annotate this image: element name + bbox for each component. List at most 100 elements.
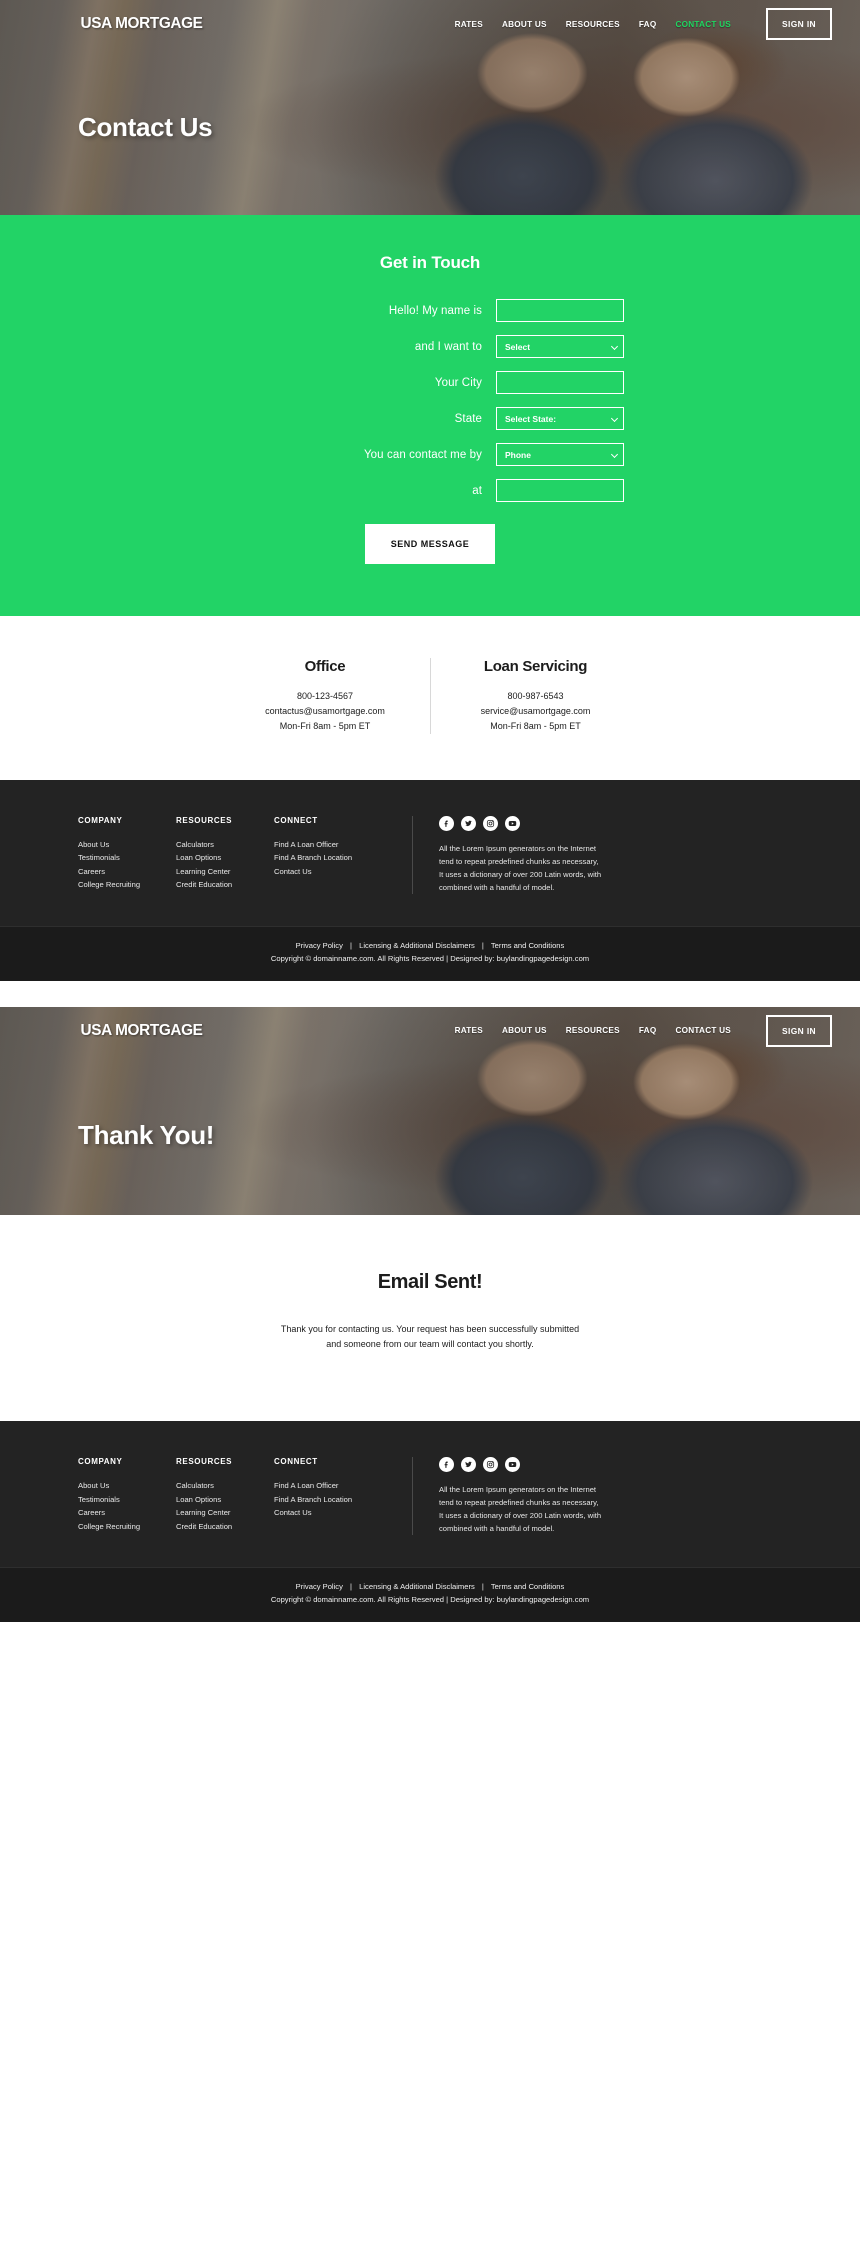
form-row-name: Hello! My name is xyxy=(0,299,860,322)
footer-link-testimonials[interactable]: Testimonials xyxy=(78,1493,176,1507)
footer-link-learning-center[interactable]: Learning Center xyxy=(176,865,274,879)
form-row-city: Your City xyxy=(0,371,860,394)
footer-link-calculators[interactable]: Calculators xyxy=(176,1479,274,1493)
site-logo[interactable]: USA MORTGAGE xyxy=(81,1022,203,1040)
city-input[interactable] xyxy=(496,371,624,394)
twitter-icon[interactable] xyxy=(461,1457,476,1473)
nav-item-faq[interactable]: FAQ xyxy=(639,20,657,29)
nav-item-rates[interactable]: RATES xyxy=(455,1026,483,1035)
email-sent-section: Email Sent! Thank you for contacting us.… xyxy=(0,1214,860,1422)
contact-method-select[interactable]: Phone xyxy=(496,443,624,466)
legal-link-privacy-policy[interactable]: Privacy Policy xyxy=(296,941,343,950)
nav-links: RATES ABOUT US RESOURCES FAQ CONTACT US … xyxy=(455,8,832,40)
footer-legal-links: Privacy Policy | Licensing & Additional … xyxy=(0,940,860,953)
form-row-state: State Select State: xyxy=(0,407,860,430)
legal-link-licensing[interactable]: Licensing & Additional Disclaimers xyxy=(359,1582,475,1591)
footer-link-loan-options[interactable]: Loan Options xyxy=(176,851,274,865)
sign-in-button[interactable]: SIGN IN xyxy=(766,8,832,40)
nav-links: RATES ABOUT US RESOURCES FAQ CONTACT US … xyxy=(455,1014,832,1047)
hero-contact: USA MORTGAGE RATES ABOUT US RESOURCES FA… xyxy=(0,0,860,215)
footer-social-column: All the Lorem Ipsum generators on the In… xyxy=(412,815,602,894)
legal-separator: | xyxy=(481,940,484,950)
instagram-icon[interactable] xyxy=(483,815,498,831)
footer-legal-bar: Privacy Policy | Licensing & Additional … xyxy=(0,1567,860,1623)
office-hours: Mon-Fri 8am - 5pm ET xyxy=(279,720,371,731)
servicing-email[interactable]: service@usamortgage.com xyxy=(449,704,622,719)
footer-columns: COMPANY About Us Testimonials Careers Co… xyxy=(0,1457,860,1536)
legal-link-privacy-policy[interactable]: Privacy Policy xyxy=(296,1582,343,1591)
footer-link-testimonials[interactable]: Testimonials xyxy=(78,851,176,865)
social-links xyxy=(439,815,602,831)
intent-select[interactable]: Select xyxy=(496,335,624,358)
footer-link-find-branch[interactable]: Find A Branch Location xyxy=(274,851,404,865)
footer-link-college-recruiting[interactable]: College Recruiting xyxy=(78,878,176,892)
youtube-icon[interactable] xyxy=(505,815,520,831)
send-message-button[interactable]: SEND MESSAGE xyxy=(364,524,496,564)
contact-value-input[interactable] xyxy=(496,479,624,502)
footer-link-contact-us[interactable]: Contact Us xyxy=(274,865,404,879)
site-footer: COMPANY About Us Testimonials Careers Co… xyxy=(0,779,860,981)
footer-resources-heading: RESOURCES xyxy=(176,1457,233,1467)
footer-link-careers[interactable]: Careers xyxy=(78,1506,176,1520)
footer-link-about-us[interactable]: About Us xyxy=(78,838,176,852)
footer-resources-column: RESOURCES Calculators Loan Options Learn… xyxy=(176,1457,274,1535)
footer-company-column: COMPANY About Us Testimonials Careers Co… xyxy=(78,816,176,894)
footer-link-learning-center[interactable]: Learning Center xyxy=(176,1506,274,1520)
footer-company-heading: COMPANY xyxy=(78,815,123,825)
footer-link-loan-options[interactable]: Loan Options xyxy=(176,1493,274,1507)
footer-link-contact-us[interactable]: Contact Us xyxy=(274,1506,404,1520)
facebook-icon[interactable] xyxy=(439,1457,454,1473)
office-column: Office 800-123-4567 contactus@usamortgag… xyxy=(220,658,430,734)
instagram-icon[interactable] xyxy=(483,1457,498,1473)
get-in-touch-section: Get in Touch Hello! My name is and I wan… xyxy=(0,215,860,616)
servicing-phone[interactable]: 800-987-6543 xyxy=(449,689,622,704)
primary-navigation-2: USA MORTGAGE RATES ABOUT US RESOURCES FA… xyxy=(0,1007,860,1055)
sign-in-button[interactable]: SIGN IN xyxy=(766,1014,832,1047)
footer-resources-heading: RESOURCES xyxy=(176,815,233,825)
footer-columns: COMPANY About Us Testimonials Careers Co… xyxy=(0,815,860,894)
legal-separator: | xyxy=(481,1582,484,1592)
nav-item-contact-us[interactable]: CONTACT US xyxy=(675,1026,731,1035)
footer-link-find-loan-officer[interactable]: Find A Loan Officer xyxy=(274,838,404,852)
legal-link-terms[interactable]: Terms and Conditions xyxy=(491,941,564,950)
footer-link-credit-education[interactable]: Credit Education xyxy=(176,1520,274,1534)
legal-link-licensing[interactable]: Licensing & Additional Disclaimers xyxy=(359,941,475,950)
twitter-icon[interactable] xyxy=(461,815,476,831)
form-heading: Get in Touch xyxy=(379,253,481,272)
nav-item-resources[interactable]: RESOURCES xyxy=(566,1026,620,1035)
label-name: Hello! My name is xyxy=(388,304,482,317)
footer-link-find-loan-officer[interactable]: Find A Loan Officer xyxy=(274,1479,404,1493)
office-email[interactable]: contactus@usamortgage.com xyxy=(238,704,412,719)
footer-link-about-us[interactable]: About Us xyxy=(78,1479,176,1493)
nav-item-about-us[interactable]: ABOUT US xyxy=(502,1026,547,1035)
footer-link-find-branch[interactable]: Find A Branch Location xyxy=(274,1493,404,1507)
site-footer-2: COMPANY About Us Testimonials Careers Co… xyxy=(0,1421,860,1623)
nav-item-resources[interactable]: RESOURCES xyxy=(566,20,620,29)
contact-info-section: Office 800-123-4567 contactus@usamortgag… xyxy=(0,616,860,780)
footer-link-careers[interactable]: Careers xyxy=(78,865,176,879)
nav-item-contact-us[interactable]: CONTACT US xyxy=(675,20,731,29)
hero-thank-you: USA MORTGAGE RATES ABOUT US RESOURCES FA… xyxy=(0,1006,860,1215)
footer-copyright: Copyright © domainname.com. All Rights R… xyxy=(270,953,590,963)
footer-legal-links: Privacy Policy | Licensing & Additional … xyxy=(0,1581,860,1594)
footer-link-calculators[interactable]: Calculators xyxy=(176,838,274,852)
hero-page-title: Contact Us xyxy=(78,112,213,142)
footer-company-heading: COMPANY xyxy=(78,1457,123,1467)
footer-about-text: All the Lorem Ipsum generators on the In… xyxy=(439,1485,602,1534)
facebook-icon[interactable] xyxy=(439,815,454,831)
state-select[interactable]: Select State: xyxy=(496,407,624,430)
youtube-icon[interactable] xyxy=(505,1457,520,1473)
name-input[interactable] xyxy=(496,299,624,322)
nav-item-rates[interactable]: RATES xyxy=(455,20,483,29)
nav-item-about-us[interactable]: ABOUT US xyxy=(502,20,547,29)
contact-method-select-wrap: Phone xyxy=(496,443,624,466)
footer-link-college-recruiting[interactable]: College Recruiting xyxy=(78,1520,176,1534)
email-sent-heading: Email Sent! xyxy=(377,1270,483,1293)
site-logo[interactable]: USA MORTGAGE xyxy=(81,15,203,33)
nav-item-faq[interactable]: FAQ xyxy=(639,1026,657,1035)
servicing-hours: Mon-Fri 8am - 5pm ET xyxy=(490,720,581,731)
footer-company-column: COMPANY About Us Testimonials Careers Co… xyxy=(78,1457,176,1535)
legal-link-terms[interactable]: Terms and Conditions xyxy=(491,1582,564,1591)
footer-link-credit-education[interactable]: Credit Education xyxy=(176,878,274,892)
office-phone[interactable]: 800-123-4567 xyxy=(238,689,412,704)
